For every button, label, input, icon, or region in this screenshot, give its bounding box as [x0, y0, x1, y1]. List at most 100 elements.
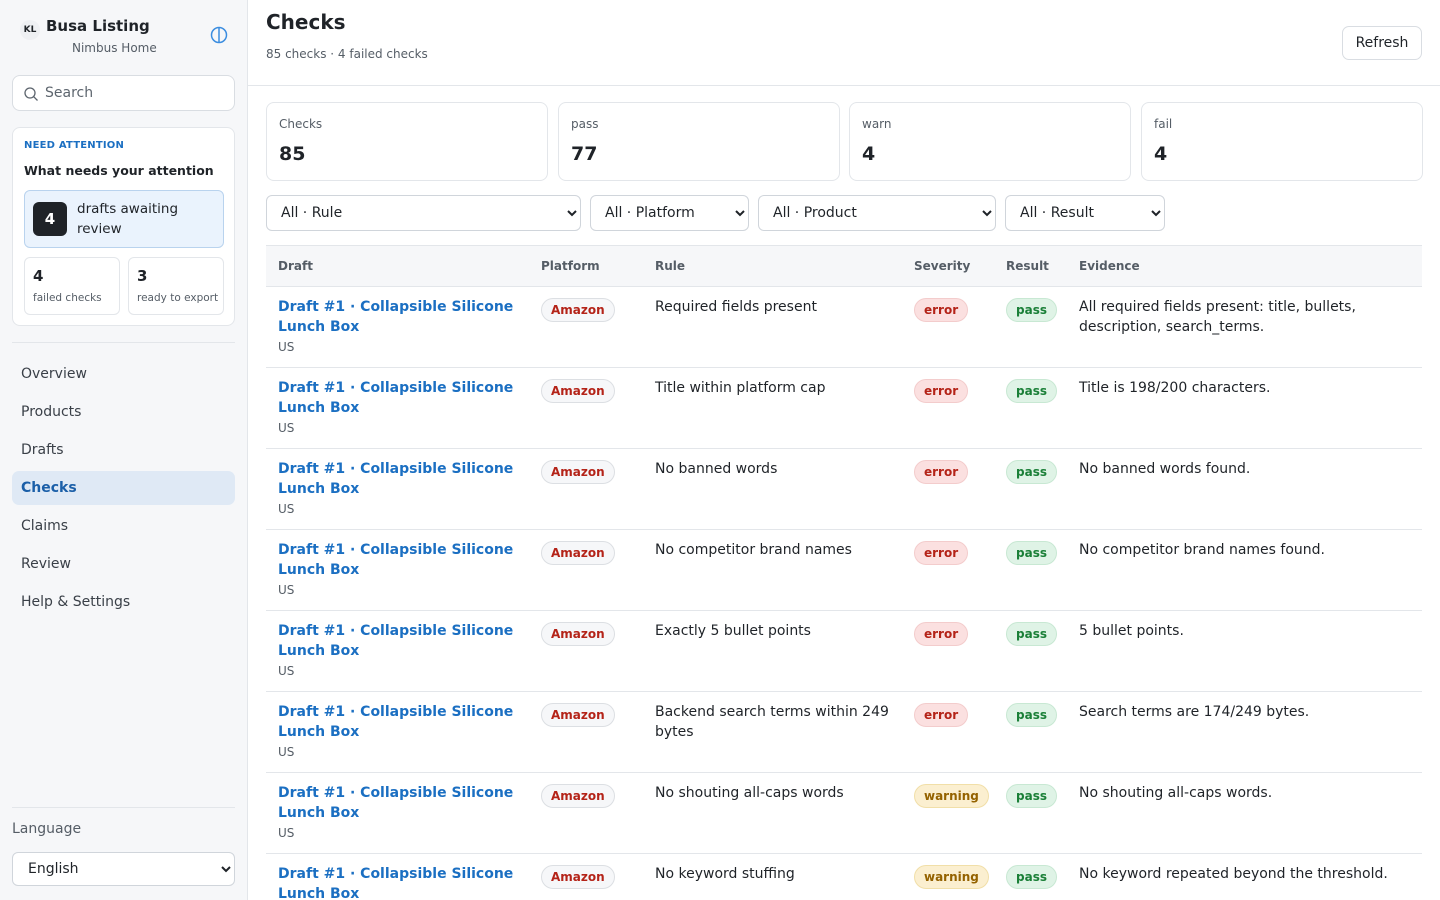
attention-title: What needs your attention — [24, 163, 214, 178]
severity-cell: warning — [902, 853, 994, 900]
severity-cell: error — [902, 610, 994, 692]
draft-link[interactable]: Draft #1 · Collapsible Silicone Lunch Bo… — [278, 783, 518, 823]
attention-eyebrow: NEED ATTENTION — [24, 140, 125, 151]
table-row[interactable]: Draft #1 · Collapsible Silicone Lunch Bo… — [266, 286, 1422, 368]
rule-filter-select[interactable]: All · Rule — [266, 195, 581, 231]
severity-badge: warning — [914, 865, 989, 889]
severity-cell: error — [902, 367, 994, 449]
nav-item-checks[interactable]: Checks — [12, 471, 235, 505]
draft-cell: Draft #1 · Collapsible Silicone Lunch Bo… — [266, 691, 529, 773]
rule-cell: No competitor brand names — [643, 529, 902, 611]
draft-link[interactable]: Draft #1 · Collapsible Silicone Lunch Bo… — [278, 540, 518, 580]
draft-cell: Draft #1 · Collapsible Silicone Lunch Bo… — [266, 529, 529, 611]
draft-link[interactable]: Draft #1 · Collapsible Silicone Lunch Bo… — [278, 297, 518, 337]
table-row[interactable]: Draft #1 · Collapsible Silicone Lunch Bo… — [266, 610, 1422, 692]
result-badge: pass — [1006, 541, 1057, 565]
column-header-severity[interactable]: Severity — [902, 245, 994, 287]
stat-value: 4 — [1154, 143, 1168, 165]
evidence-cell: Search terms are 174/249 bytes. — [1067, 691, 1422, 773]
result-filter-select[interactable]: All · Result — [1005, 195, 1165, 231]
evidence-cell: Title is 198/200 characters. — [1067, 367, 1422, 449]
result-badge: pass — [1006, 298, 1057, 322]
column-header-draft[interactable]: Draft — [266, 245, 529, 287]
main-content: Checks 85 checks · 4 failed checks Refre… — [248, 0, 1440, 900]
stat-value: 77 — [571, 143, 598, 165]
draft-link[interactable]: Draft #1 · Collapsible Silicone Lunch Bo… — [278, 864, 518, 900]
platform-badge: Amazon — [541, 541, 615, 565]
search-input[interactable] — [45, 82, 225, 104]
language-label: Language — [12, 821, 82, 837]
brand: KL Busa Listing Nimbus Home — [20, 16, 230, 60]
severity-badge: error — [914, 622, 969, 646]
draft-link[interactable]: Draft #1 · Collapsible Silicone Lunch Bo… — [278, 702, 518, 742]
drafts-awaiting-count: 4 — [33, 202, 67, 236]
table-row[interactable]: Draft #1 · Collapsible Silicone Lunch Bo… — [266, 448, 1422, 530]
result-cell: pass — [994, 286, 1067, 368]
sidebar-toggle-icon[interactable] — [210, 26, 228, 44]
table-header-row: Draft Platform Rule Severity Result Evid… — [266, 245, 1422, 287]
page-subtitle: 85 checks · 4 failed checks — [266, 47, 428, 61]
platform-badge: Amazon — [541, 622, 615, 646]
table-row[interactable]: Draft #1 · Collapsible Silicone Lunch Bo… — [266, 772, 1422, 854]
platform-cell: Amazon — [529, 853, 643, 900]
failed-checks-card[interactable]: 4 failed checks — [24, 257, 120, 315]
severity-cell: error — [902, 691, 994, 773]
nav-item-products[interactable]: Products — [12, 395, 235, 429]
rule-cell: Exactly 5 bullet points — [643, 610, 902, 692]
draft-cell: Draft #1 · Collapsible Silicone Lunch Bo… — [266, 367, 529, 449]
severity-cell: error — [902, 529, 994, 611]
table-body: Draft #1 · Collapsible Silicone Lunch Bo… — [266, 286, 1422, 900]
ready-to-export-label: ready to export — [137, 292, 219, 304]
nav-item-drafts[interactable]: Drafts — [12, 433, 235, 467]
column-header-rule[interactable]: Rule — [643, 245, 902, 287]
draft-market: US — [278, 583, 295, 597]
column-header-evidence[interactable]: Evidence — [1067, 245, 1422, 287]
page-title: Checks — [266, 10, 346, 34]
result-badge: pass — [1006, 703, 1057, 727]
draft-market: US — [278, 340, 295, 354]
brand-title: Busa Listing — [46, 17, 150, 35]
rule-cell: No keyword stuffing — [643, 853, 902, 900]
severity-badge: error — [914, 460, 969, 484]
draft-cell: Draft #1 · Collapsible Silicone Lunch Bo… — [266, 772, 529, 854]
platform-cell: Amazon — [529, 691, 643, 773]
draft-link[interactable]: Draft #1 · Collapsible Silicone Lunch Bo… — [278, 621, 518, 661]
result-badge: pass — [1006, 460, 1057, 484]
platform-filter-select[interactable]: All · Platform — [590, 195, 749, 231]
nav-item-overview[interactable]: Overview — [12, 357, 235, 391]
refresh-button[interactable]: Refresh — [1342, 26, 1422, 60]
table-row[interactable]: Draft #1 · Collapsible Silicone Lunch Bo… — [266, 691, 1422, 773]
severity-badge: error — [914, 541, 969, 565]
draft-link[interactable]: Draft #1 · Collapsible Silicone Lunch Bo… — [278, 378, 518, 418]
page-header: Checks 85 checks · 4 failed checks Refre… — [248, 0, 1440, 86]
platform-badge: Amazon — [541, 460, 615, 484]
sidebar-divider — [12, 342, 235, 343]
ready-to-export-card[interactable]: 3 ready to export — [128, 257, 224, 315]
draft-cell: Draft #1 · Collapsible Silicone Lunch Bo… — [266, 448, 529, 530]
stat-fail: fail 4 — [1141, 102, 1423, 181]
nav-item-claims[interactable]: Claims — [12, 509, 235, 543]
stat-label: fail — [1154, 117, 1173, 131]
column-header-result[interactable]: Result — [994, 245, 1067, 287]
table-row[interactable]: Draft #1 · Collapsible Silicone Lunch Bo… — [266, 853, 1422, 900]
checks-table: Draft Platform Rule Severity Result Evid… — [266, 245, 1422, 900]
column-header-platform[interactable]: Platform — [529, 245, 643, 287]
draft-link[interactable]: Draft #1 · Collapsible Silicone Lunch Bo… — [278, 459, 518, 499]
nav-item-review[interactable]: Review — [12, 547, 235, 581]
stat-label: pass — [571, 117, 599, 131]
product-filter-select[interactable]: All · Product — [758, 195, 996, 231]
failed-checks-label: failed checks — [33, 292, 102, 304]
brand-logo: KL — [20, 20, 40, 40]
severity-cell: error — [902, 286, 994, 368]
severity-cell: error — [902, 448, 994, 530]
result-cell: pass — [994, 448, 1067, 530]
rule-cell: Backend search terms within 249 bytes — [643, 691, 902, 773]
stat-label: warn — [862, 117, 892, 131]
table-row[interactable]: Draft #1 · Collapsible Silicone Lunch Bo… — [266, 529, 1422, 611]
drafts-awaiting-review-card[interactable]: 4 drafts awaiting review — [24, 190, 224, 248]
stat-checks: Checks 85 — [266, 102, 548, 181]
sidebar-divider — [12, 807, 235, 808]
table-row[interactable]: Draft #1 · Collapsible Silicone Lunch Bo… — [266, 367, 1422, 449]
language-select[interactable]: English — [12, 852, 235, 886]
nav-item-help-settings[interactable]: Help & Settings — [12, 585, 235, 619]
